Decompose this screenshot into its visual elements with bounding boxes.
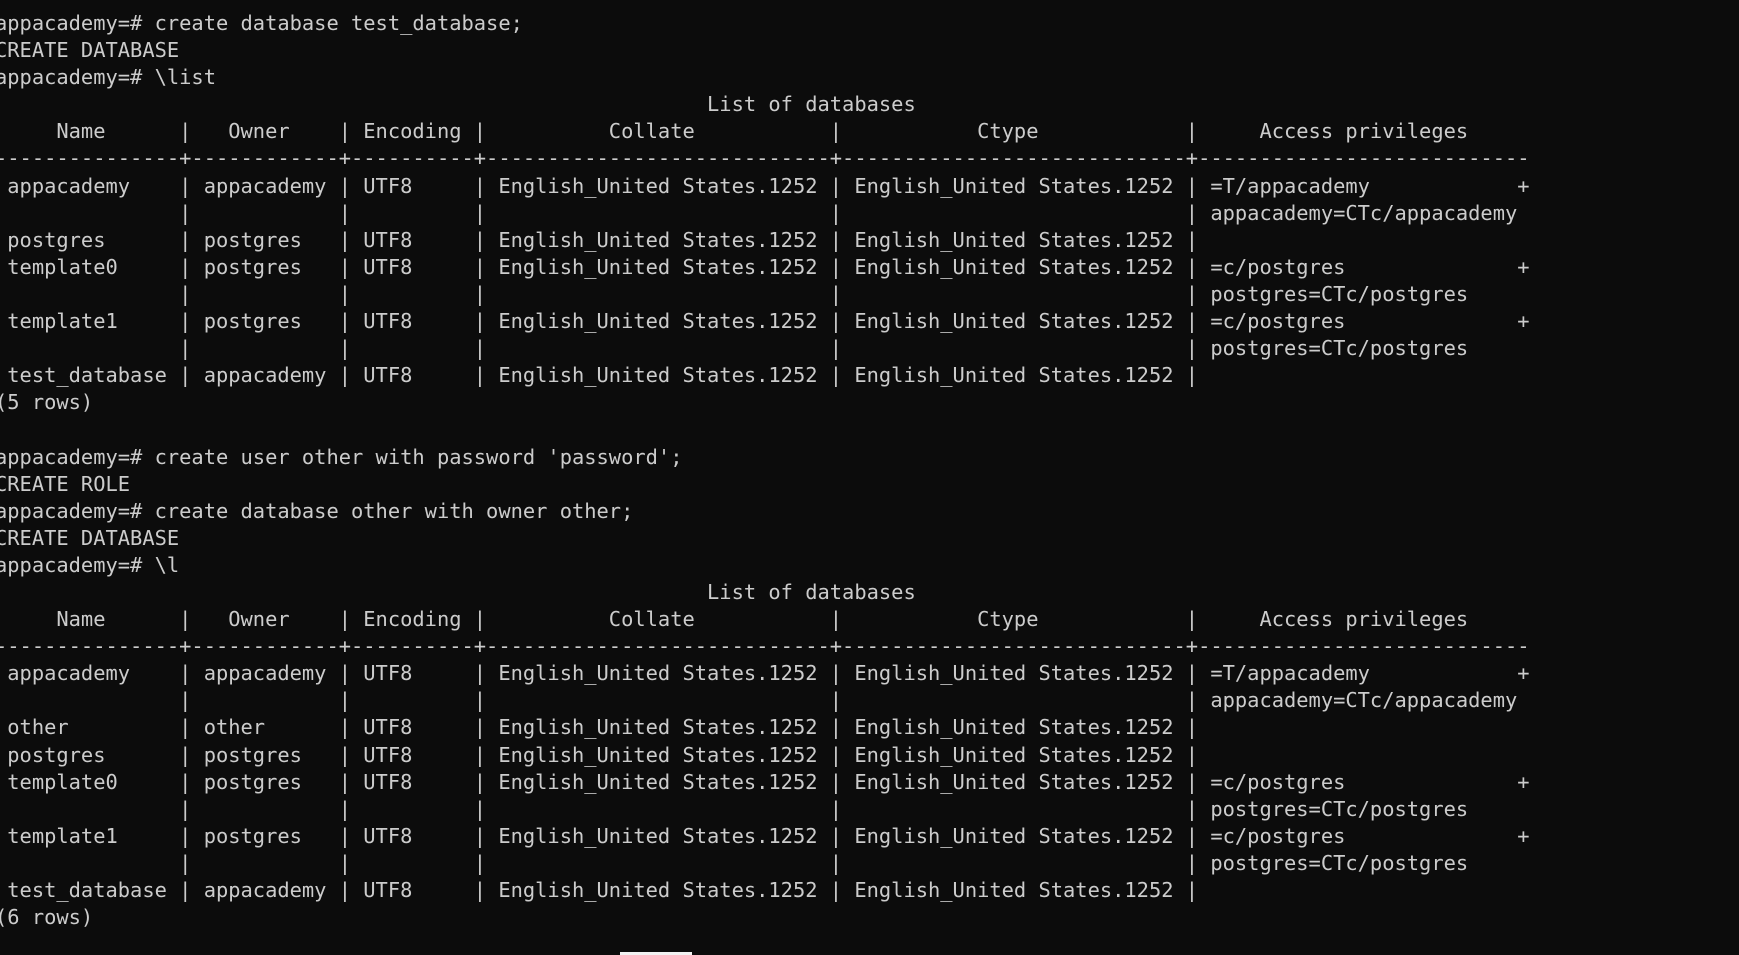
terminal-line: Name | Owner | Encoding | Collate | Ctyp…: [0, 607, 1469, 632]
terminal-line: appacademy=# \l: [0, 552, 180, 577]
terminal-line: appacademy=# create database other with …: [0, 498, 634, 523]
terminal-line: Name | Owner | Encoding | Collate | Ctyp…: [0, 119, 1469, 144]
terminal-line: | | | | | postgres=CTc/postgres: [0, 796, 1469, 821]
terminal-line: postgres | postgres | UTF8 | English_Uni…: [0, 227, 1199, 252]
terminal-line: | | | | | appacademy=CTc/appacademy: [0, 688, 1518, 713]
terminal-line: postgres | postgres | UTF8 | English_Uni…: [0, 742, 1199, 767]
terminal-line: appacademy | appacademy | UTF8 | English…: [0, 173, 1530, 198]
terminal-line: List of databases: [0, 92, 916, 117]
terminal-line: CREATE DATABASE: [0, 38, 180, 63]
terminal-line: template1 | postgres | UTF8 | English_Un…: [0, 309, 1530, 334]
terminal-line: (5 rows): [0, 390, 94, 415]
terminal-line: test_database | appacademy | UTF8 | Engl…: [0, 878, 1199, 902]
terminal-line: appacademy=# create database test_databa…: [0, 11, 523, 35]
terminal-line: template0 | postgres | UTF8 | English_Un…: [0, 769, 1530, 794]
terminal-line: CREATE DATABASE: [0, 525, 180, 550]
terminal-line: other | other | UTF8 | English_United St…: [0, 715, 1199, 740]
terminal-line: (6 rows): [0, 905, 94, 930]
terminal-line: | | | | | postgres=CTc/postgres: [0, 850, 1469, 875]
terminal-line: template0 | postgres | UTF8 | English_Un…: [0, 254, 1530, 279]
terminal-line: ---------------+------------+----------+…: [0, 634, 1530, 659]
terminal-line: ---------------+------------+----------+…: [0, 146, 1530, 171]
terminal-line: appacademy=# create user other with pass…: [0, 444, 683, 469]
terminal-line: List of databases: [0, 579, 916, 604]
terminal-line: CREATE ROLE: [0, 471, 131, 496]
terminal-line: | | | | | postgres=CTc/postgres: [0, 336, 1469, 361]
terminal-line: appacademy | appacademy | UTF8 | English…: [0, 661, 1530, 686]
terminal-line: test_database | appacademy | UTF8 | Engl…: [0, 363, 1199, 388]
terminal-line: | | | | | appacademy=CTc/appacademy: [0, 200, 1518, 225]
terminal-output[interactable]: appacademy=# create database test_databa…: [0, 10, 1739, 955]
terminal-line: template1 | postgres | UTF8 | English_Un…: [0, 823, 1530, 848]
terminal-line: | | | | | postgres=CTc/postgres: [0, 281, 1469, 306]
terminal-line: appacademy=# \list: [0, 65, 216, 90]
